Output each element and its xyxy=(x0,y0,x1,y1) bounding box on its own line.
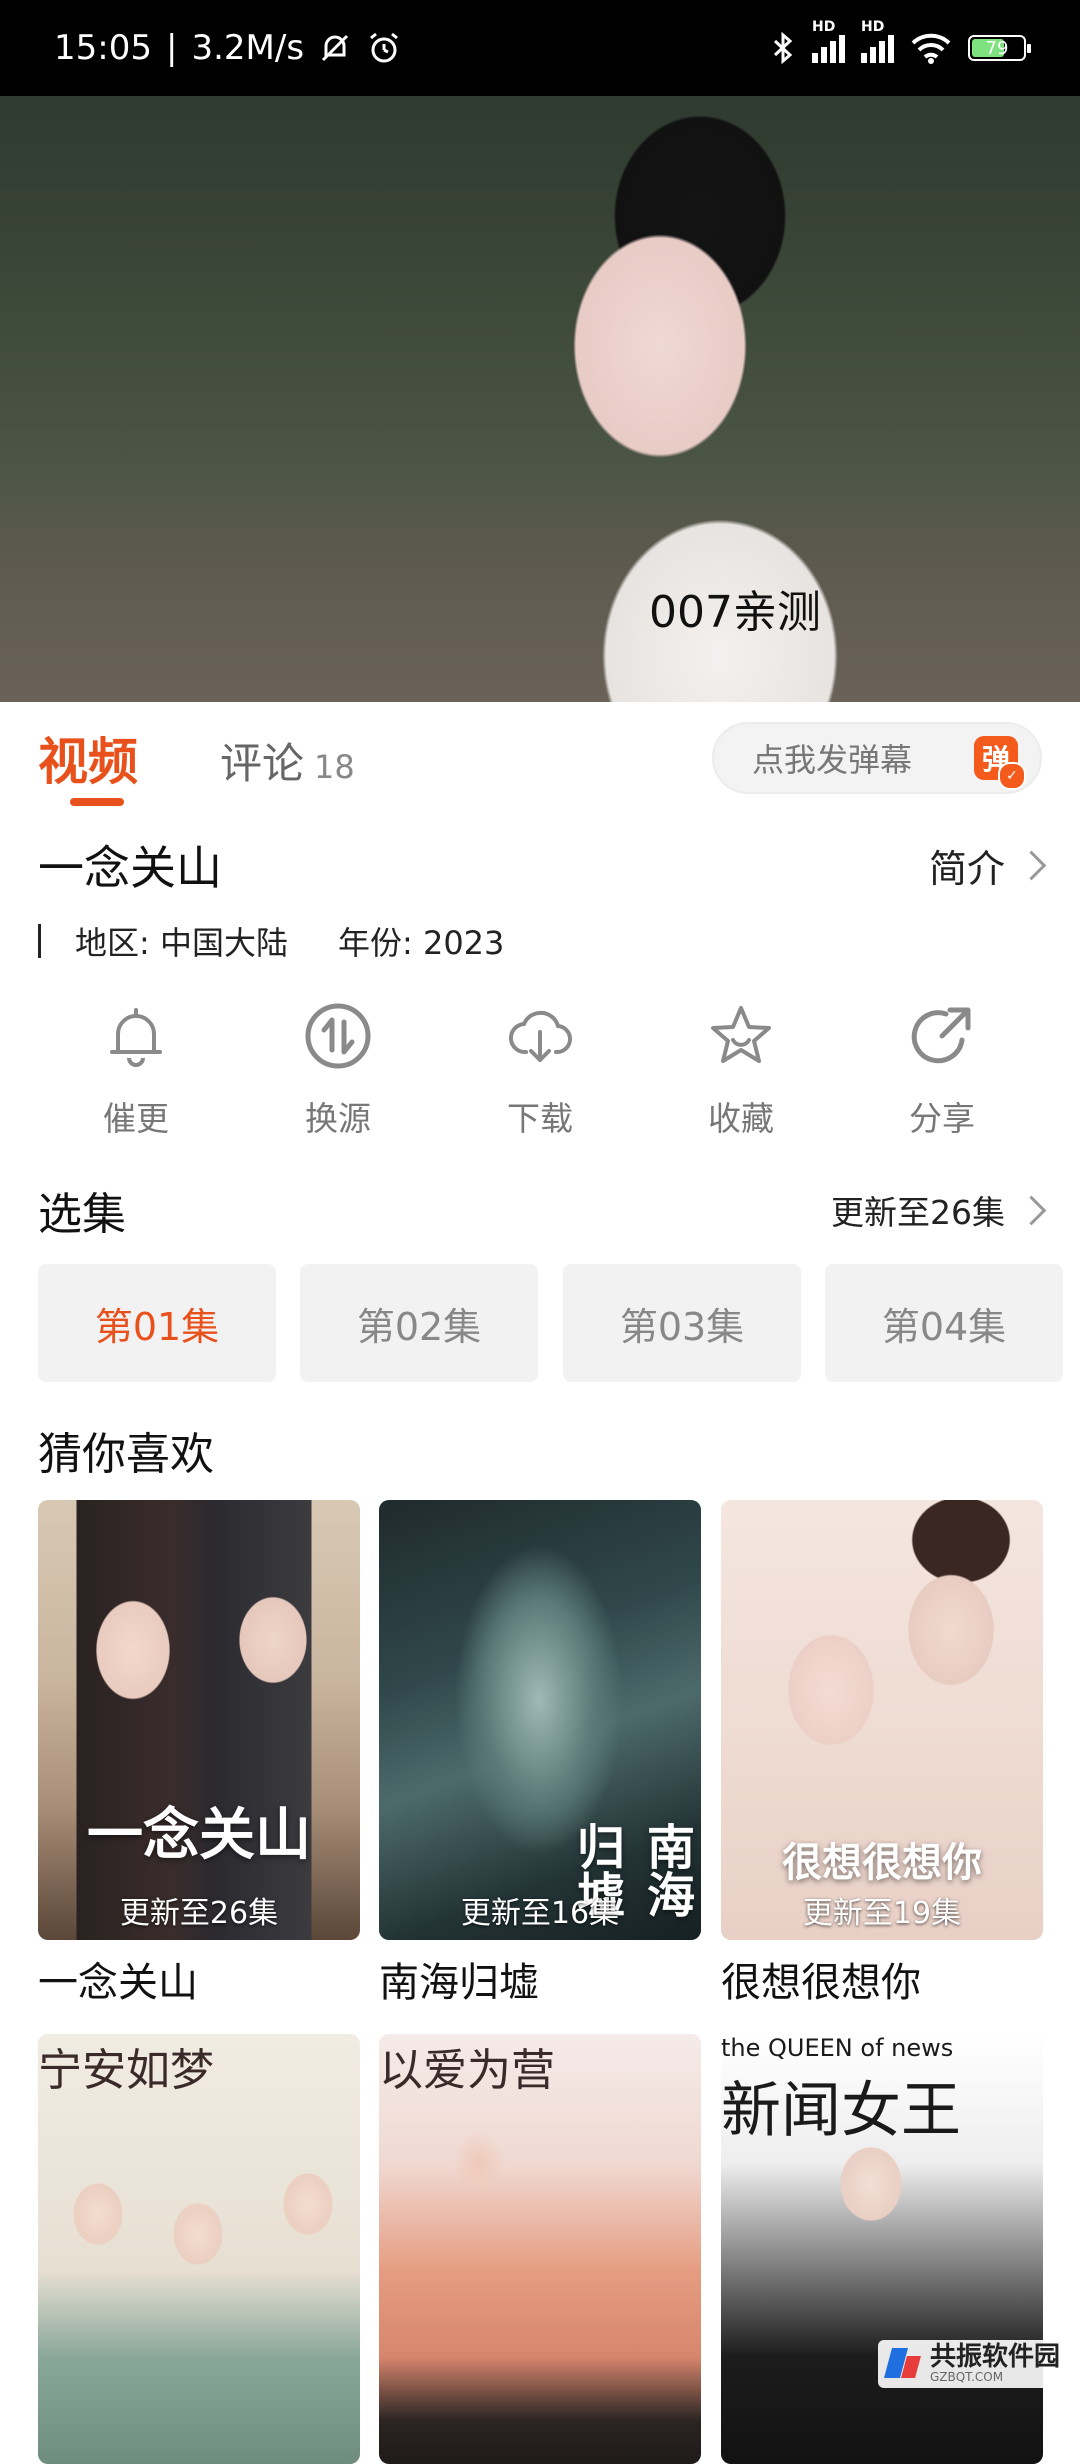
poster-title-art: 很想很想你 xyxy=(782,1839,982,1886)
intro-label: 简介 xyxy=(928,846,1005,891)
watermark-name: 共振软件园 xyxy=(929,2342,1060,2372)
meta-divider xyxy=(38,924,41,958)
bluetooth-icon xyxy=(773,31,793,65)
chevron-right-icon xyxy=(1016,1195,1047,1225)
action-label: 催更 xyxy=(103,1099,169,1138)
intro-link[interactable]: 简介 xyxy=(928,838,1047,893)
action-label: 下载 xyxy=(507,1099,573,1138)
year-info: 年份: 2023 xyxy=(337,924,505,962)
mute-bell-icon xyxy=(321,34,349,62)
watermark-url: GZBQT.COM xyxy=(929,2370,1004,2384)
status-time: 15:05 xyxy=(54,28,152,68)
chevron-right-icon xyxy=(1016,850,1047,880)
region-info: 地区: 中国大陆 xyxy=(75,924,288,962)
action-bar: 催更 换源 下载 收藏 分享 xyxy=(0,1000,1080,1150)
card-title: 南海归墟 xyxy=(379,1960,539,2006)
action-label: 换源 xyxy=(305,1099,371,1138)
comment-count: 18 xyxy=(314,748,355,786)
episodes-header: 选集 更新至26集 xyxy=(38,1180,1047,1240)
poster-image: 南海归墟 更新至16集 xyxy=(379,1500,701,1940)
danmu-input-button[interactable]: 点我发弹幕 弹 ✓ xyxy=(712,722,1042,794)
poster-title-art: 宁安如梦 xyxy=(38,2045,214,2096)
episode-chip-01[interactable]: 第01集 xyxy=(38,1264,276,1382)
star-icon xyxy=(711,1006,771,1063)
status-right: HD HD 79 xyxy=(770,19,1031,65)
switch-source-icon xyxy=(305,1003,371,1069)
signal-1-icon: HD xyxy=(812,19,845,63)
poster-image: 很想很想你 更新至19集 xyxy=(721,1500,1043,1940)
tab-video[interactable]: 视频 xyxy=(38,722,138,794)
status-left: 15:05 | 3.2M/s xyxy=(54,28,402,68)
episode-chip-02[interactable]: 第02集 xyxy=(300,1264,538,1382)
poster-title-art: 一念关山 xyxy=(87,1802,311,1868)
action-label: 收藏 xyxy=(708,1099,774,1138)
download-cloud-icon xyxy=(508,1010,572,1062)
card-title: 很想很想你 xyxy=(721,1960,921,2006)
danmu-placeholder: 点我发弹幕 xyxy=(752,741,913,779)
action-share[interactable]: 分享 xyxy=(872,1000,1012,1140)
recommend-title: 猜你喜欢 xyxy=(38,1429,214,1480)
signal-2-icon: HD xyxy=(861,19,894,63)
poster-subtitle-art: the QUEEN of news xyxy=(721,2034,954,2062)
poster-image: 一念关山 更新至26集 xyxy=(38,1500,360,1940)
battery-icon: 79 xyxy=(968,35,1031,61)
status-divider: | xyxy=(165,28,178,68)
video-subtitle: 007亲测 xyxy=(649,587,821,638)
episodes-title: 选集 xyxy=(38,1189,126,1240)
poster-title-art: 以爱为营 xyxy=(379,2045,555,2096)
bell-icon xyxy=(110,1008,162,1067)
update-badge: 更新至26集 xyxy=(119,1896,279,1931)
danmu-check-icon: ✓ xyxy=(998,762,1026,790)
alarm-clock-icon xyxy=(370,32,398,63)
action-label: 分享 xyxy=(909,1099,975,1138)
show-title: 一念关山 xyxy=(38,841,222,895)
tab-active-indicator xyxy=(70,798,124,806)
episode-chip-04[interactable]: 第04集 xyxy=(825,1264,1063,1382)
status-net-speed: 3.2M/s xyxy=(191,28,305,68)
card-title: 一念关山 xyxy=(38,1960,198,2006)
show-title-row: 一念关山 简介 xyxy=(38,830,1047,900)
tab-comments[interactable]: 评论 18 xyxy=(220,730,355,791)
update-badge: 更新至19集 xyxy=(802,1896,962,1931)
wifi-icon xyxy=(911,33,951,64)
video-player[interactable]: 007亲测 xyxy=(0,96,1080,702)
episode-list: 第01集 第02集 第03集 第04集 xyxy=(38,1264,1080,1382)
action-urge-update[interactable]: 催更 xyxy=(66,1000,206,1140)
action-favorite[interactable]: 收藏 xyxy=(671,1000,811,1140)
recommend-card[interactable]: 南海归墟 更新至16集 南海归墟 xyxy=(379,1500,701,2008)
watermark-text-block: 共振软件园 GZBQT.COM xyxy=(930,2344,1060,2384)
recommend-card[interactable]: 很想很想你 更新至19集 很想很想你 xyxy=(721,1500,1043,2008)
action-download[interactable]: 下载 xyxy=(470,1000,610,1140)
episodes-more-link[interactable]: 更新至26集 xyxy=(831,1186,1047,1234)
tab-comments-label: 评论 xyxy=(220,739,305,788)
site-watermark: 共振软件园 GZBQT.COM xyxy=(877,2340,1068,2388)
poster-title-art: 新闻女王 xyxy=(721,2076,961,2146)
episode-chip-03[interactable]: 第03集 xyxy=(563,1264,801,1382)
detail-tabs: 视频 评论 18 点我发弹幕 弹 ✓ xyxy=(0,702,1080,814)
show-meta: 地区: 中国大陆 年份: 2023 xyxy=(38,916,504,966)
action-switch-source[interactable]: 换源 xyxy=(268,1000,408,1140)
watermark-logo-icon xyxy=(886,2346,922,2382)
episodes-update-status: 更新至26集 xyxy=(831,1193,1005,1232)
update-badge: 更新至16集 xyxy=(460,1896,620,1931)
share-icon xyxy=(911,1007,971,1064)
status-bar: 15:05 | 3.2M/s HD HD 79 xyxy=(0,0,1080,96)
recommend-card[interactable]: 一念关山 更新至26集 一念关山 xyxy=(38,1500,360,2008)
